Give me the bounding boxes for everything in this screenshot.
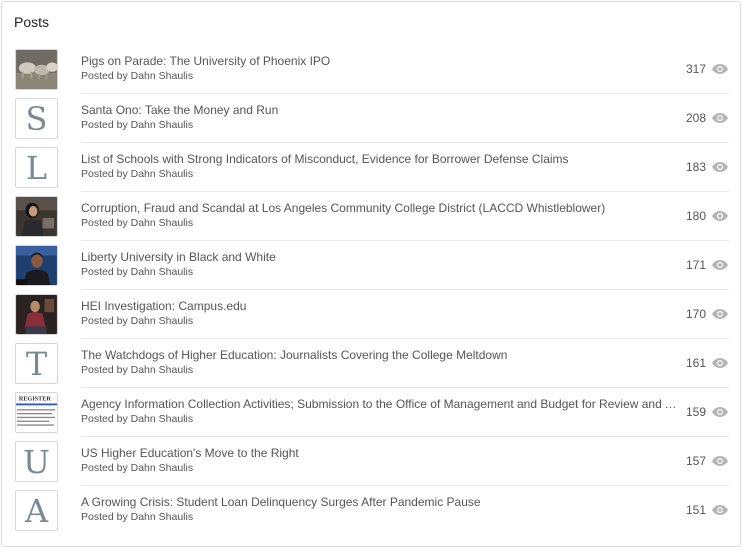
man-portrait-photo-thumbnail	[16, 246, 57, 285]
eye-icon	[712, 162, 728, 172]
post-author: Posted by Dahn Shaulis	[81, 217, 194, 229]
post-thumbnail[interactable]: U	[15, 441, 58, 482]
post-title-link[interactable]: Liberty University in Black and White	[81, 250, 677, 265]
letter-thumbnail: S	[25, 99, 48, 138]
post-author: Posted by Dahn Shaulis	[81, 70, 194, 82]
post-thumbnail[interactable]: S	[15, 98, 58, 139]
eye-icon	[712, 260, 728, 270]
list-item[interactable]: Liberty University in Black and White Po…	[2, 241, 742, 290]
view-count: 183	[685, 160, 706, 174]
posts-list: Pigs on Parade: The University of Phoeni…	[2, 45, 742, 535]
post-author: Posted by Dahn Shaulis	[81, 462, 194, 474]
list-item[interactable]: T The Watchdogs of Higher Education: Jou…	[2, 339, 742, 388]
view-count: 151	[685, 503, 706, 517]
post-author: Posted by Dahn Shaulis	[81, 315, 194, 327]
post-thumbnail[interactable]	[15, 294, 58, 335]
list-item[interactable]: S Santa Ono: Take the Money and Run Post…	[2, 94, 742, 143]
pigs-photo-thumbnail	[16, 50, 57, 89]
post-author: Posted by Dahn Shaulis	[81, 119, 194, 131]
post-title-link[interactable]: US Higher Education's Move to the Right	[81, 446, 677, 461]
list-item[interactable]: Corruption, Fraud and Scandal at Los Ang…	[2, 192, 742, 241]
post-text: A Growing Crisis: Student Loan Delinquen…	[81, 495, 677, 524]
post-title-link[interactable]: A Growing Crisis: Student Loan Delinquen…	[81, 495, 677, 510]
post-text: Pigs on Parade: The University of Phoeni…	[81, 54, 677, 83]
post-author: Posted by Dahn Shaulis	[81, 511, 194, 523]
post-title-link[interactable]: Santa Ono: Take the Money and Run	[81, 103, 677, 118]
eye-icon	[712, 505, 728, 515]
letter-thumbnail: A	[24, 491, 49, 530]
post-text: Santa Ono: Take the Money and Run Posted…	[81, 103, 677, 132]
post-thumbnail[interactable]	[15, 196, 58, 237]
post-thumbnail[interactable]: T	[15, 343, 58, 384]
eye-icon	[712, 407, 728, 417]
list-item[interactable]: A A Growing Crisis: Student Loan Delinqu…	[2, 486, 742, 535]
list-item[interactable]: HEI Investigation: Campus.edu Posted by …	[2, 290, 742, 339]
view-count: 159	[685, 405, 706, 419]
list-item[interactable]: REGISTER Agency Information Collection A…	[2, 388, 742, 437]
post-author: Posted by Dahn Shaulis	[81, 364, 194, 376]
eye-icon	[712, 113, 728, 123]
posts-panel: Posts Pigs on Parade: The University of	[1, 1, 741, 547]
woman-speaking-photo-thumbnail	[16, 197, 57, 236]
post-title-link[interactable]: Corruption, Fraud and Scandal at Los Ang…	[81, 201, 677, 216]
view-count: 171	[685, 258, 706, 272]
post-author: Posted by Dahn Shaulis	[81, 266, 194, 278]
register-thumbnail-text: REGISTER	[19, 396, 51, 403]
post-title-link[interactable]: Pigs on Parade: The University of Phoeni…	[81, 54, 677, 69]
panel-title: Posts	[14, 14, 50, 30]
federal-register-document-thumbnail: REGISTER	[16, 393, 57, 432]
view-count: 161	[685, 356, 706, 370]
eye-icon	[712, 358, 728, 368]
eye-icon	[712, 456, 728, 466]
list-item[interactable]: U US Higher Education's Move to the Righ…	[2, 437, 742, 486]
letter-thumbnail: T	[25, 344, 48, 383]
view-count: 317	[685, 62, 706, 76]
post-text: US Higher Education's Move to the Right …	[81, 446, 677, 475]
post-title-link[interactable]: HEI Investigation: Campus.edu	[81, 299, 677, 314]
post-title-link[interactable]: Agency Information Collection Activities…	[81, 397, 677, 412]
letter-thumbnail: U	[23, 442, 50, 481]
post-text: HEI Investigation: Campus.edu Posted by …	[81, 299, 677, 328]
eye-icon	[712, 211, 728, 221]
view-count: 157	[685, 454, 706, 468]
post-text: List of Schools with Strong Indicators o…	[81, 152, 677, 181]
post-thumbnail[interactable]: REGISTER	[15, 392, 58, 433]
post-text: Corruption, Fraud and Scandal at Los Ang…	[81, 201, 677, 230]
post-text: Agency Information Collection Activities…	[81, 397, 677, 426]
post-author: Posted by Dahn Shaulis	[81, 413, 194, 425]
post-text: The Watchdogs of Higher Education: Journ…	[81, 348, 677, 377]
person-seated-photo-thumbnail	[16, 295, 57, 334]
view-count: 180	[685, 209, 706, 223]
post-title-link[interactable]: List of Schools with Strong Indicators o…	[81, 152, 677, 167]
post-thumbnail[interactable]	[15, 245, 58, 286]
post-title-link[interactable]: The Watchdogs of Higher Education: Journ…	[81, 348, 677, 363]
post-author: Posted by Dahn Shaulis	[81, 168, 194, 180]
post-thumbnail[interactable]	[15, 49, 58, 90]
eye-icon	[712, 64, 728, 74]
post-text: Liberty University in Black and White Po…	[81, 250, 677, 279]
view-count: 170	[685, 307, 706, 321]
letter-thumbnail: L	[25, 148, 48, 187]
post-thumbnail[interactable]: L	[15, 147, 58, 188]
list-item[interactable]: Pigs on Parade: The University of Phoeni…	[2, 45, 742, 94]
eye-icon	[712, 309, 728, 319]
post-thumbnail[interactable]: A	[15, 490, 58, 531]
list-item[interactable]: L List of Schools with Strong Indicators…	[2, 143, 742, 192]
view-count: 208	[685, 111, 706, 125]
